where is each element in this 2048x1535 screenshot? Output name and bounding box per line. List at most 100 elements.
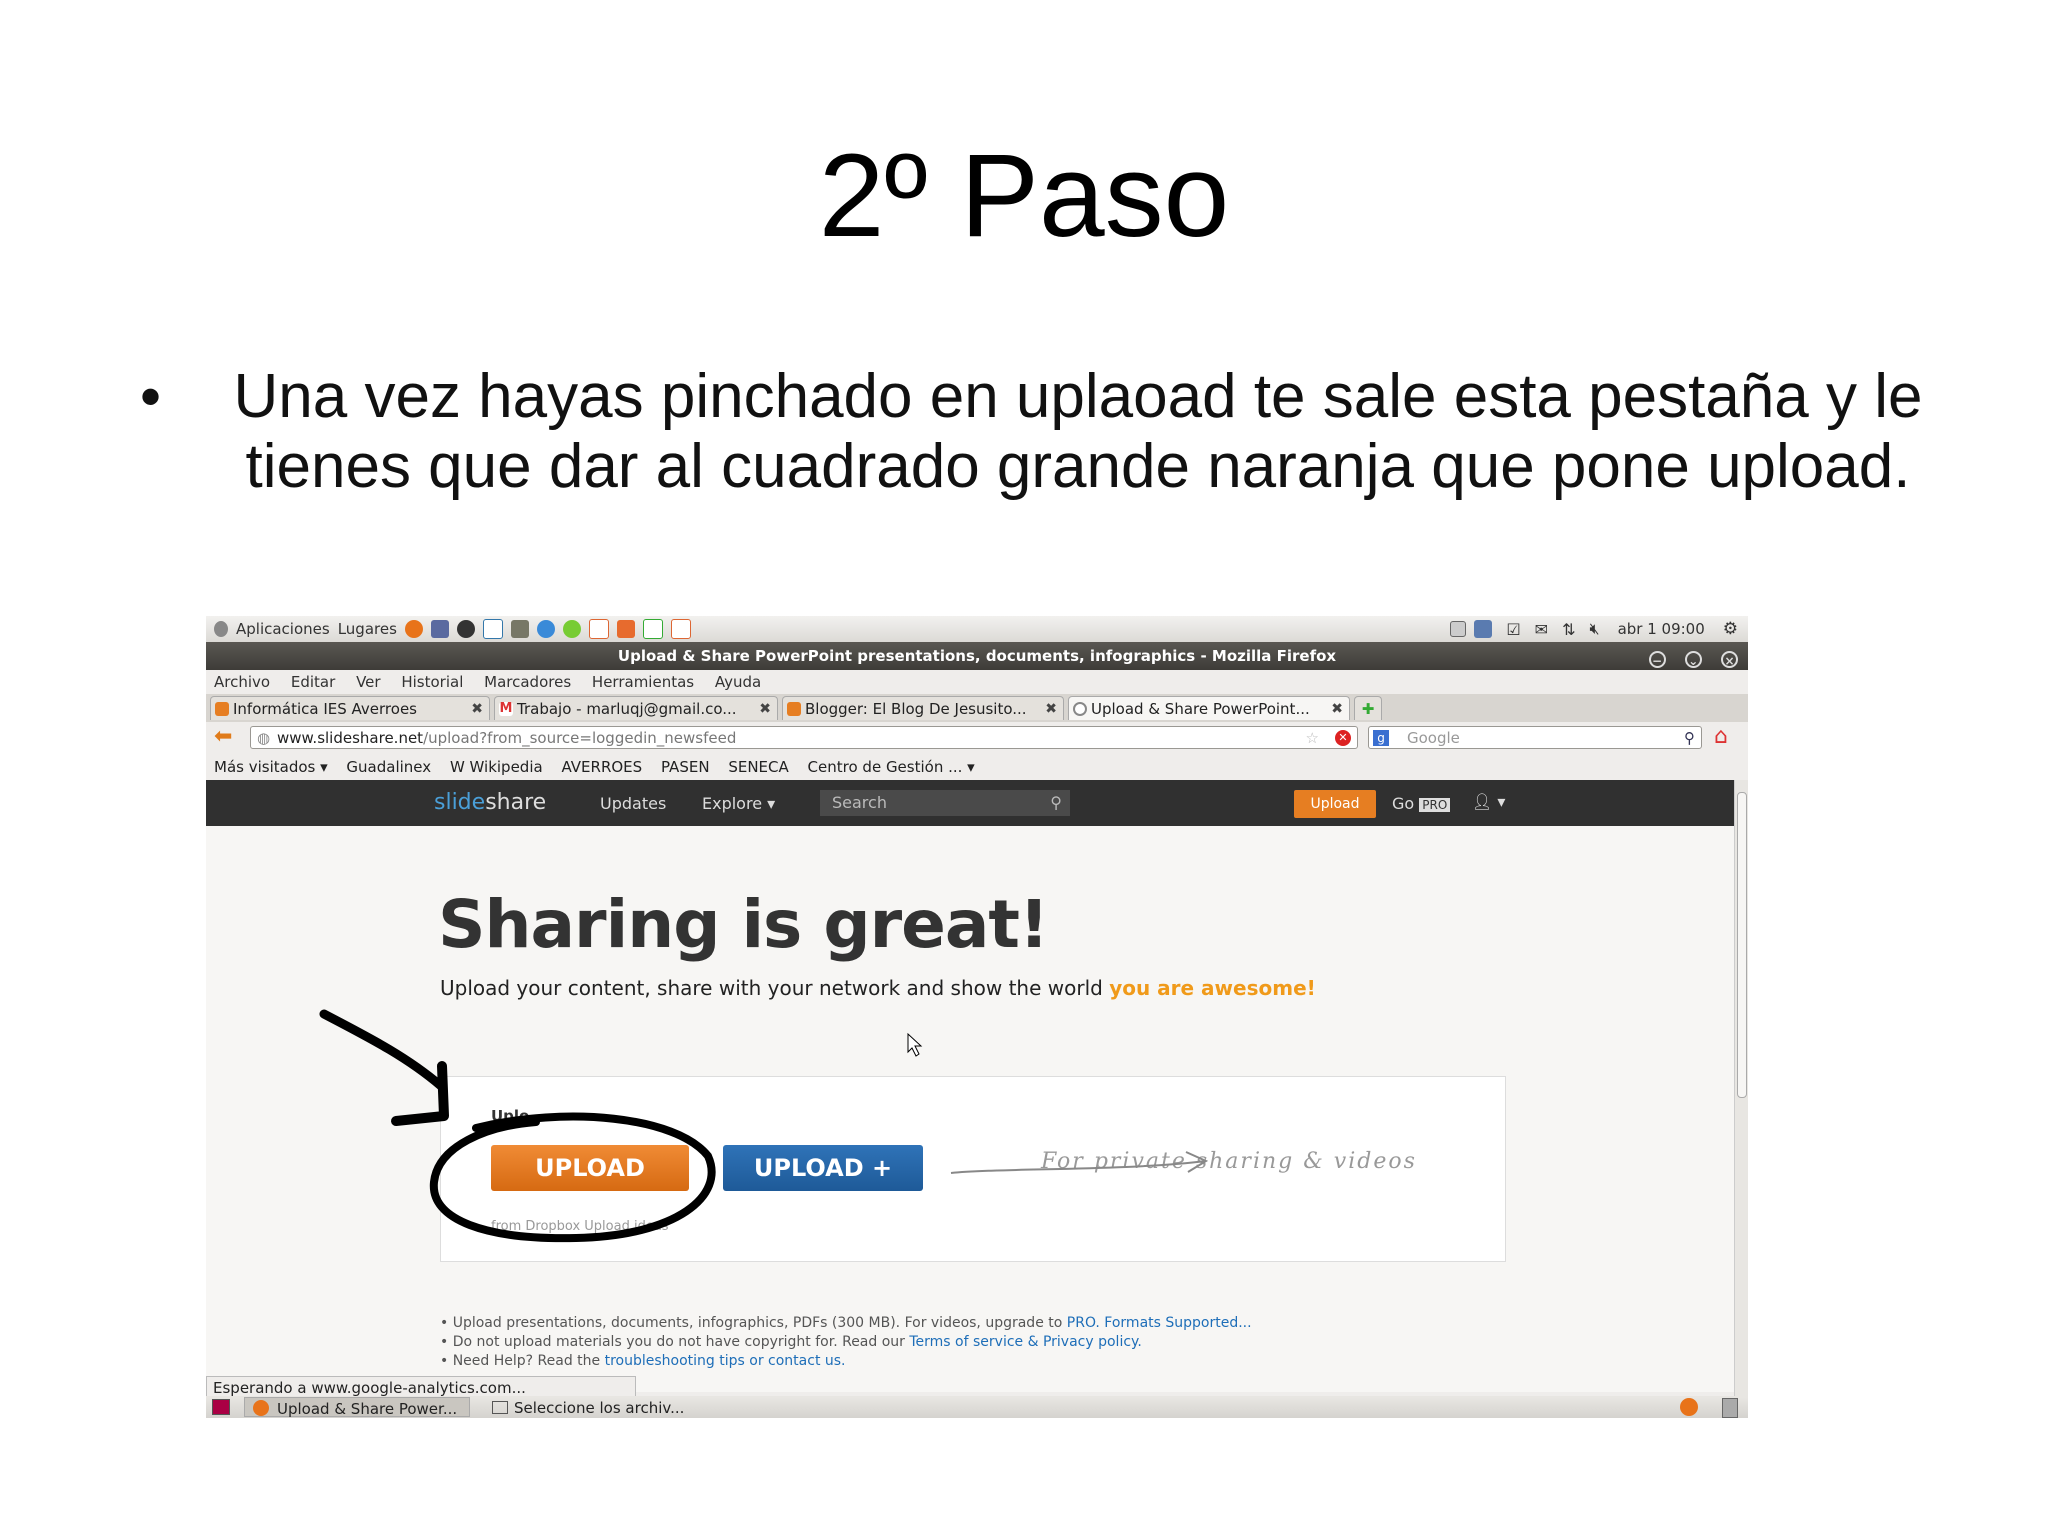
gear-icon[interactable]: ⚙ bbox=[1723, 619, 1738, 639]
gnome-top-panel: Aplicaciones Lugares ☑ ✉ ⇅ 🔇︎ abr 1 09:0… bbox=[206, 616, 1748, 642]
show-desktop-icon[interactable] bbox=[212, 1399, 230, 1415]
bookmark-guadalinex[interactable]: Guadalinex bbox=[346, 758, 431, 776]
apps-menu[interactable]: Aplicaciones bbox=[236, 620, 330, 638]
nav-updates[interactable]: Updates bbox=[600, 794, 666, 813]
chat-icon[interactable] bbox=[1474, 620, 1493, 638]
menu-historial[interactable]: Historial bbox=[401, 673, 463, 691]
bookmark-star-icon[interactable]: ☆ bbox=[1306, 727, 1319, 750]
scrollbar-thumb[interactable] bbox=[1737, 792, 1747, 1098]
clock[interactable]: abr 1 09:00 bbox=[1618, 620, 1705, 638]
page-scrollbar[interactable] bbox=[1734, 780, 1748, 1396]
tab-label: Informática IES Averroes bbox=[233, 700, 417, 718]
nav-explore[interactable]: Explore ▾ bbox=[702, 794, 775, 813]
search-icon[interactable]: ⚲ bbox=[1050, 790, 1062, 816]
close-tab-icon[interactable]: ✖ bbox=[1331, 697, 1343, 720]
new-tab-button[interactable]: ✚ bbox=[1354, 696, 1382, 720]
presentation-icon[interactable] bbox=[588, 619, 609, 639]
hero-subtitle-text: Upload your content, share with your net… bbox=[440, 976, 1103, 1000]
folder-icon[interactable] bbox=[616, 620, 635, 638]
note-item: • Upload presentations, documents, infog… bbox=[440, 1314, 1252, 1333]
linux-icon[interactable] bbox=[214, 621, 228, 637]
volume-mute-icon[interactable]: 🔇︎ bbox=[1589, 619, 1599, 639]
menu-editar[interactable]: Editar bbox=[291, 673, 335, 691]
slideshare-logo[interactable]: slideshare bbox=[434, 790, 546, 815]
menu-ver[interactable]: Ver bbox=[356, 673, 381, 691]
task-label: Upload & Share Power... bbox=[277, 1400, 458, 1418]
firefox-icon bbox=[253, 1400, 269, 1416]
menu-herramientas[interactable]: Herramientas bbox=[592, 673, 694, 691]
note-link[interactable]: Terms of service & Privacy policy. bbox=[909, 1334, 1141, 1350]
page-content: Sharing is great! Upload your content, s… bbox=[206, 826, 1741, 1392]
tab-informatica[interactable]: Informática IES Averroes ✖ bbox=[210, 696, 490, 720]
close-tab-icon[interactable]: ✖ bbox=[1045, 697, 1057, 720]
header-upload-button[interactable]: Upload bbox=[1294, 790, 1376, 818]
bookmark-seneca[interactable]: SENECA bbox=[728, 758, 788, 776]
tab-blogger[interactable]: Blogger: El Blog De Jesusito... ✖ bbox=[782, 696, 1064, 720]
window-icon[interactable] bbox=[1450, 621, 1467, 637]
card-footer-links[interactable]: from Dropbox Upload ideas bbox=[491, 1219, 669, 1234]
network-icon[interactable] bbox=[562, 620, 581, 638]
note-link[interactable]: PRO. Formats Supported... bbox=[1067, 1315, 1252, 1331]
bookmark-mas-visitados[interactable]: Más visitados ▾ bbox=[214, 758, 328, 776]
tool-icon[interactable] bbox=[430, 620, 449, 638]
embedded-screenshot: Aplicaciones Lugares ☑ ✉ ⇅ 🔇︎ abr 1 09:0… bbox=[206, 616, 1748, 1418]
note-text: • Need Help? Read the bbox=[440, 1353, 605, 1369]
note-text: • Upload presentations, documents, infog… bbox=[440, 1315, 1067, 1331]
tab-slideshare[interactable]: Upload & Share PowerPoint... ✖ bbox=[1068, 696, 1350, 720]
tab-gmail[interactable]: M Trabajo - marluqj@gmail.co... ✖ bbox=[494, 696, 778, 720]
minimize-icon[interactable]: − bbox=[1648, 651, 1666, 668]
window-titlebar: Upload & Share PowerPoint presentations,… bbox=[206, 642, 1748, 670]
menu-ayuda[interactable]: Ayuda bbox=[715, 673, 761, 691]
task-firefox[interactable]: Upload & Share Power... bbox=[244, 1397, 470, 1418]
hero-subtitle: Upload your content, share with your net… bbox=[440, 976, 1316, 1000]
document-icon[interactable] bbox=[482, 619, 503, 639]
url-bar[interactable]: ◍ www.slideshare.net/upload?from_source=… bbox=[250, 726, 1358, 749]
places-menu[interactable]: Lugares bbox=[338, 620, 397, 638]
gmail-icon: M bbox=[499, 701, 513, 716]
spreadsheet-icon[interactable] bbox=[642, 619, 663, 639]
back-arrow-icon[interactable]: ⬅ bbox=[214, 724, 232, 749]
maximize-icon[interactable]: ⌄ bbox=[1684, 651, 1702, 668]
user-icon[interactable]: 👤︎ ▾ bbox=[1472, 792, 1505, 811]
menu-archivo[interactable]: Archivo bbox=[214, 673, 270, 691]
check-icon[interactable]: ☑ bbox=[1506, 620, 1520, 639]
bookmark-wikipedia[interactable]: W Wikipedia bbox=[450, 758, 543, 776]
task-file-dialog[interactable]: Seleccione los archiv... bbox=[482, 1397, 742, 1417]
blogger-icon bbox=[215, 702, 229, 716]
bookmark-pasen[interactable]: PASEN bbox=[661, 758, 710, 776]
navigation-bar: ⬅ ◍ www.slideshare.net/upload?from_sourc… bbox=[206, 722, 1748, 754]
upload-button[interactable]: UPLOAD bbox=[491, 1145, 689, 1191]
transfer-icon[interactable]: ⇅ bbox=[1562, 620, 1575, 639]
firefox-icon[interactable] bbox=[404, 620, 423, 638]
impress-icon[interactable] bbox=[670, 619, 691, 639]
globe-icon[interactable] bbox=[536, 620, 555, 638]
upload-plus-button[interactable]: UPLOAD + bbox=[723, 1145, 923, 1191]
menu-bar: Archivo Editar Ver Historial Marcadores … bbox=[206, 670, 1748, 694]
search-input[interactable]: g Google ⚲ bbox=[1368, 726, 1702, 749]
google-icon: g bbox=[1373, 730, 1389, 746]
slideshare-search-input[interactable]: Search ⚲ bbox=[820, 790, 1070, 816]
close-icon[interactable]: × bbox=[1721, 651, 1738, 668]
home-icon[interactable]: ⌂ bbox=[1714, 724, 1728, 749]
mail-icon[interactable]: ✉ bbox=[1535, 620, 1548, 639]
gimp-icon[interactable] bbox=[510, 620, 529, 638]
note-link[interactable]: troubleshooting tips or contact us. bbox=[605, 1353, 846, 1369]
loading-icon bbox=[1073, 702, 1087, 716]
upload-notes: • Upload presentations, documents, infog… bbox=[440, 1314, 1252, 1371]
trash-icon[interactable] bbox=[1722, 1398, 1738, 1418]
close-tab-icon[interactable]: ✖ bbox=[471, 697, 483, 720]
close-tab-icon[interactable]: ✖ bbox=[759, 697, 771, 720]
go-pro-link[interactable]: Go PRO bbox=[1392, 794, 1451, 813]
stop-icon[interactable]: ✕ bbox=[1335, 730, 1351, 746]
window-title: Upload & Share PowerPoint presentations,… bbox=[617, 647, 1337, 665]
card-label: Uplo bbox=[491, 1107, 530, 1125]
disc-icon[interactable] bbox=[456, 620, 475, 638]
status-bar: Esperando a www.google-analytics.com... bbox=[206, 1376, 636, 1398]
bookmark-averroes[interactable]: AVERROES bbox=[561, 758, 642, 776]
firefox-tray-icon[interactable] bbox=[1680, 1398, 1698, 1416]
bookmark-centro-gestion[interactable]: Centro de Gestión ... ▾ bbox=[808, 758, 975, 776]
search-icon[interactable]: ⚲ bbox=[1684, 727, 1695, 750]
menu-marcadores[interactable]: Marcadores bbox=[484, 673, 571, 691]
logo-part: share bbox=[485, 790, 547, 815]
private-sharing-note: For private sharing & videos bbox=[1041, 1149, 1417, 1174]
